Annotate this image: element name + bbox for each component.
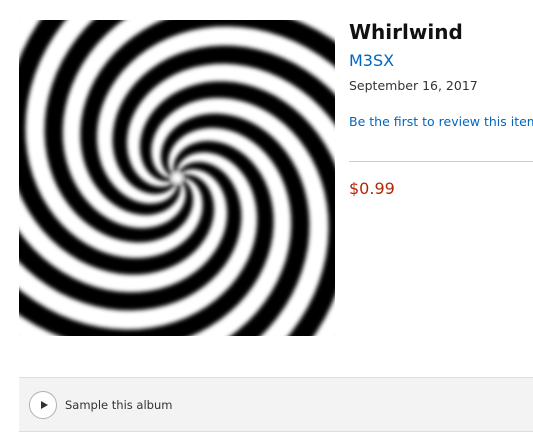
album-title: Whirlwind — [349, 20, 463, 44]
album-details: Whirlwind M3SX September 16, 2017 Be the… — [349, 20, 533, 198]
artist-link[interactable]: M3SX — [349, 51, 394, 71]
spiral-artwork — [19, 20, 335, 336]
play-icon — [41, 401, 48, 409]
album-price: $0.99 — [349, 179, 395, 198]
play-sample-button[interactable] — [29, 391, 57, 419]
sample-bar: Sample this album — [19, 377, 533, 432]
release-date: September 16, 2017 — [349, 78, 478, 93]
sample-label[interactable]: Sample this album — [65, 398, 172, 412]
center-glow — [168, 169, 186, 187]
review-link[interactable]: Be the first to review this item — [349, 114, 533, 130]
divider — [349, 161, 533, 162]
album-cover[interactable] — [19, 20, 335, 336]
